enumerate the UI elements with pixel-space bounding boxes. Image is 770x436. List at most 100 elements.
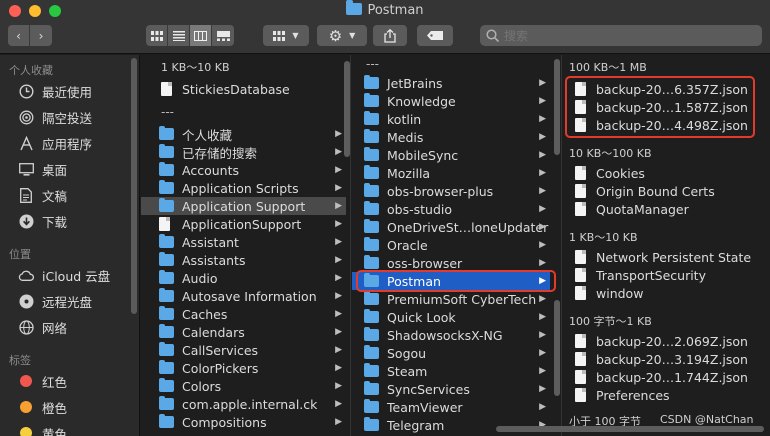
- list-item[interactable]: backup-20…1.587Z.json: [563, 98, 748, 116]
- list-item-selected[interactable]: Postman ▶: [352, 272, 550, 290]
- list-item[interactable]: Cookies: [563, 164, 645, 182]
- list-item[interactable]: Calendars ▶: [141, 323, 346, 341]
- list-item[interactable]: Audio ▶: [141, 269, 346, 287]
- disclosure-arrow-icon: ▶: [335, 219, 342, 229]
- list-item[interactable]: TeamViewer ▶: [352, 398, 550, 416]
- list-item[interactable]: OneDriveSt…loneUpdater ▶: [352, 218, 550, 236]
- list-item[interactable]: backup-20…6.357Z.json: [563, 80, 748, 98]
- disclosure-arrow-icon: ▶: [335, 399, 342, 409]
- list-item[interactable]: Colors ▶: [141, 377, 346, 395]
- list-item[interactable]: ColorPickers ▶: [141, 359, 346, 377]
- sidebar-item-airdrop[interactable]: 隔空投送: [18, 107, 92, 127]
- list-item[interactable]: Compositions ▶: [141, 413, 346, 431]
- list-item[interactable]: backup-20…2.069Z.json: [563, 332, 748, 350]
- list-item[interactable]: MobileSync ▶: [352, 146, 550, 164]
- back-button[interactable]: ‹: [8, 25, 30, 46]
- disclosure-arrow-icon: ▶: [539, 222, 546, 232]
- sidebar-item-tag-orange[interactable]: 橙色: [18, 397, 67, 417]
- disclosure-arrow-icon: ▶: [539, 366, 546, 376]
- sidebar-item-tag-red[interactable]: 红色: [18, 371, 67, 391]
- list-item[interactable]: Accounts ▶: [141, 161, 346, 179]
- list-item[interactable]: com.apple.internal.ck ▶: [141, 395, 346, 413]
- list-item[interactable]: Oracle ▶: [352, 236, 550, 254]
- share-button[interactable]: [373, 25, 407, 46]
- sidebar-scrollbar[interactable]: [131, 58, 137, 314]
- list-item[interactable]: backup-20…1.744Z.json: [563, 368, 748, 386]
- list-item[interactable]: Sogou ▶: [352, 344, 550, 362]
- list-item[interactable]: SyncServices ▶: [352, 380, 550, 398]
- column-scrollbar[interactable]: [554, 59, 560, 155]
- list-item[interactable]: Origin Bound Certs: [563, 182, 715, 200]
- list-item[interactable]: StickiesDatabase: [141, 80, 341, 98]
- list-item[interactable]: Mozilla ▶: [352, 164, 550, 182]
- list-view-button[interactable]: [168, 25, 190, 46]
- list-item[interactable]: obs-studio ▶: [352, 200, 550, 218]
- sidebar-item-desktop[interactable]: 桌面: [18, 159, 67, 179]
- action-menu-button[interactable]: ⚙ ▼: [317, 25, 367, 46]
- list-item[interactable]: obs-browser-plus ▶: [352, 182, 550, 200]
- list-item[interactable]: Knowledge ▶: [352, 92, 550, 110]
- list-item[interactable]: Preferences: [563, 386, 670, 404]
- folder-icon: [364, 237, 379, 251]
- folder-icon: [159, 144, 174, 158]
- list-item[interactable]: Autosave Information ▶: [141, 287, 346, 305]
- list-item[interactable]: Steam ▶: [352, 362, 550, 380]
- list-item[interactable]: oss-browser ▶: [352, 254, 550, 272]
- sidebar-item-label: 隔空投送: [42, 110, 93, 126]
- sidebar-item-icloud-drive[interactable]: iCloud 云盘: [18, 265, 110, 285]
- list-item[interactable]: kotlin ▶: [352, 110, 550, 128]
- list-item[interactable]: window: [563, 284, 643, 302]
- folder-icon: [159, 414, 174, 428]
- list-item[interactable]: backup-20…3.194Z.json: [563, 350, 748, 368]
- sidebar-item-remote-disc[interactable]: 远程光盘: [18, 291, 92, 311]
- list-item[interactable]: ShadowsocksX-NG ▶: [352, 326, 550, 344]
- sidebar-item-tag-yellow[interactable]: 黄色: [18, 423, 67, 436]
- list-item[interactable]: JetBrains ▶: [352, 74, 550, 92]
- list-item[interactable]: backup-20…4.498Z.json: [563, 116, 748, 134]
- list-item[interactable]: Caches ▶: [141, 305, 346, 323]
- documents-icon: [18, 187, 34, 203]
- group-by-button[interactable]: ▼: [263, 25, 309, 46]
- sidebar: 个人收藏 最近使用 隔空投送 应用程序 桌面 文稿 下载 位置 iCloud 云…: [0, 55, 140, 436]
- sidebar-item-documents[interactable]: 文稿: [18, 185, 67, 205]
- list-item-selected[interactable]: Application Support ▶: [141, 197, 346, 215]
- disclosure-arrow-icon: ▶: [335, 255, 342, 265]
- column-view-icon: [194, 30, 207, 41]
- gallery-view-button[interactable]: [212, 25, 234, 46]
- icon-view-button[interactable]: [146, 25, 168, 46]
- document-icon: [575, 388, 586, 402]
- view-mode-selector: [146, 25, 234, 46]
- folder-icon: [159, 324, 174, 338]
- list-item[interactable]: Quick Look ▶: [352, 308, 550, 326]
- sidebar-item-network[interactable]: 网络: [18, 317, 67, 337]
- horizontal-scrollbar[interactable]: [496, 426, 764, 432]
- chevron-right-icon: ›: [38, 28, 44, 43]
- list-item[interactable]: 已存储的搜索 ▶: [141, 143, 346, 161]
- list-item[interactable]: TransportSecurity: [563, 266, 706, 284]
- sidebar-item-downloads[interactable]: 下载: [18, 211, 67, 231]
- list-item[interactable]: Network Persistent State: [563, 248, 751, 266]
- column-scrollbar-thumb[interactable]: [554, 300, 560, 396]
- list-item[interactable]: QuotaManager: [563, 200, 689, 218]
- search-field[interactable]: [480, 25, 762, 46]
- list-item[interactable]: PremiumSoft CyberTech ▶: [352, 290, 550, 308]
- list-item[interactable]: CallServices ▶: [141, 341, 346, 359]
- sidebar-item-recents[interactable]: 最近使用: [18, 81, 92, 101]
- list-item[interactable]: Assistants ▶: [141, 251, 346, 269]
- disclosure-arrow-icon: ▶: [539, 348, 546, 358]
- list-item[interactable]: Medis ▶: [352, 128, 550, 146]
- forward-button[interactable]: ›: [30, 25, 52, 46]
- disclosure-arrow-icon: ▶: [335, 183, 342, 193]
- search-input[interactable]: [504, 28, 744, 43]
- column-scrollbar[interactable]: [344, 61, 350, 157]
- sidebar-item-applications[interactable]: 应用程序: [18, 133, 92, 153]
- list-item[interactable]: 个人收藏 ▶: [141, 125, 346, 143]
- list-item[interactable]: ApplicationSupport ▶: [141, 215, 346, 233]
- edit-tags-button[interactable]: [417, 25, 453, 46]
- sidebar-item-label: 黄色: [42, 426, 68, 436]
- list-item[interactable]: Application Scripts ▶: [141, 179, 346, 197]
- document-icon: [575, 166, 586, 180]
- disclosure-arrow-icon: ▶: [539, 330, 546, 340]
- column-view-button[interactable]: [190, 25, 212, 46]
- list-item[interactable]: Assistant ▶: [141, 233, 346, 251]
